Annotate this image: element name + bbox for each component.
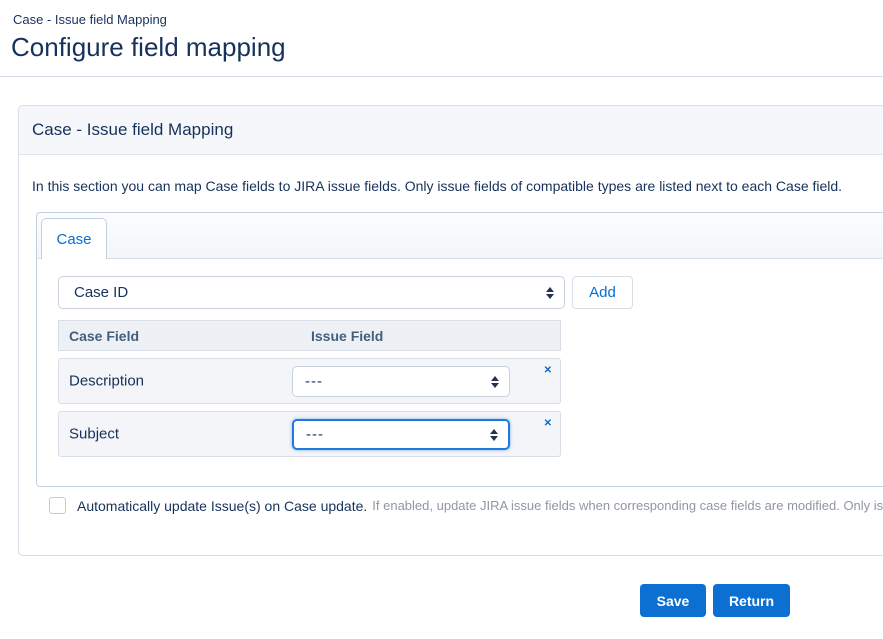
return-button[interactable]: Return (713, 584, 790, 617)
select-arrows-icon (491, 376, 499, 388)
remove-icon: ✕ (544, 365, 552, 376)
intro-text: In this section you can map Case fields … (32, 178, 842, 194)
tab-bar: Case (37, 213, 883, 259)
mapping-row-description: Description --- ✕ (58, 358, 561, 404)
mapping-row-subject: Subject --- ✕ (58, 411, 561, 457)
auto-update-row: Automatically update Issue(s) on Case up… (49, 497, 883, 514)
mapping-table: Case Field Issue Field Description --- (58, 320, 883, 457)
card-header: Case - Issue field Mapping (19, 106, 883, 155)
issue-field-select[interactable]: --- (292, 366, 510, 397)
tab-content: Case ID Add Case Field Issue Field (37, 259, 883, 457)
breadcrumb: Case - Issue field Mapping (13, 12, 167, 27)
page: Case - Issue field Mapping Configure fie… (0, 0, 883, 639)
column-header-issue-field: Issue Field (311, 328, 383, 344)
card-title: Case - Issue field Mapping (32, 120, 233, 140)
issue-field-select-value: --- (306, 426, 324, 443)
mapping-table-header: Case Field Issue Field (58, 320, 561, 351)
page-title: Configure field mapping (11, 32, 286, 63)
case-field-name: Subject (69, 426, 119, 443)
auto-update-label: Automatically update Issue(s) on Case up… (77, 498, 367, 514)
case-field-name: Description (69, 373, 144, 390)
add-button[interactable]: Add (572, 276, 633, 309)
tab-case[interactable]: Case (41, 218, 107, 259)
field-picker-row: Case ID Add (58, 276, 883, 309)
remove-icon: ✕ (544, 418, 552, 429)
field-mapping-card: Case - Issue field Mapping In this secti… (18, 105, 883, 556)
header-divider (0, 76, 883, 77)
issue-field-select-value: --- (305, 373, 323, 390)
return-button-label: Return (729, 593, 774, 609)
select-arrows-icon (546, 287, 554, 299)
save-button-label: Save (657, 593, 690, 609)
remove-mapping-button[interactable]: ✕ (542, 417, 554, 431)
remove-mapping-button[interactable]: ✕ (542, 364, 554, 378)
save-button[interactable]: Save (640, 584, 706, 617)
auto-update-help-text: If enabled, update JIRA issue fields whe… (372, 498, 883, 513)
action-buttons: Save Return (640, 584, 790, 617)
tab-case-label: Case (56, 231, 91, 248)
mapping-tab-panel: Case Case ID Add (36, 212, 883, 487)
auto-update-checkbox[interactable] (49, 497, 66, 514)
case-field-select[interactable]: Case ID (58, 276, 565, 309)
case-field-select-value: Case ID (74, 284, 128, 301)
select-arrows-icon (490, 429, 498, 441)
issue-field-select[interactable]: --- (292, 419, 510, 450)
column-header-case-field: Case Field (59, 328, 311, 344)
add-button-label: Add (589, 284, 616, 301)
